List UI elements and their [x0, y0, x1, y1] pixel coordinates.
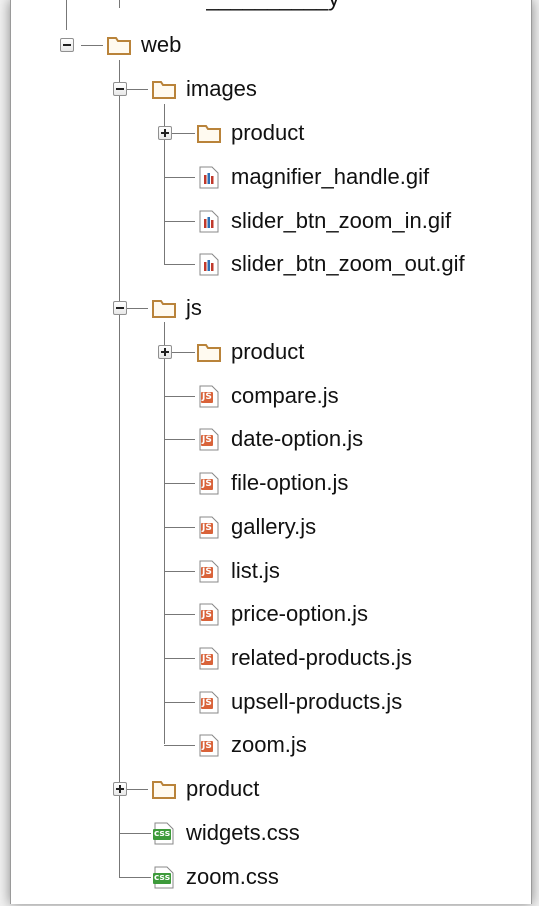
tree-item-label: compare.js	[231, 383, 339, 408]
collapse-web-toggle[interactable]	[60, 38, 74, 52]
tree-line	[164, 571, 195, 572]
tree-item-label: product	[186, 776, 260, 801]
tree-line	[119, 877, 151, 878]
tree-item-label: zoom.css	[186, 864, 279, 889]
tree-line	[164, 396, 195, 397]
js-file-icon: JS	[197, 690, 221, 714]
tree-item-label: web	[141, 32, 182, 57]
tree-line	[126, 308, 148, 309]
gif-file-icon	[197, 252, 221, 276]
js-file-icon: JS	[197, 602, 221, 626]
tree-item-slider-zoom-in[interactable]: slider_btn_zoom_in.gif	[197, 204, 451, 238]
tree-item-file-option-js[interactable]: JS file-option.js	[197, 466, 348, 500]
tree-item-zoom-css[interactable]: css zoom.css	[152, 860, 279, 894]
tree-line	[164, 702, 195, 703]
js-file-icon: JS	[197, 471, 221, 495]
tree-item-label: slider_btn_zoom_out.gif	[231, 251, 465, 276]
tree-item-label: product	[231, 339, 305, 364]
tree-item-date-option-js[interactable]: JS date-option.js	[197, 422, 363, 456]
tree-line	[126, 789, 148, 790]
tree-item-label: related-products.js	[231, 645, 412, 670]
tree-item-label: slider_btn_zoom_in.gif	[231, 208, 452, 233]
collapse-images-toggle[interactable]	[113, 82, 127, 96]
tree-line	[164, 221, 195, 222]
tree-item-label: images	[186, 76, 257, 101]
folder-icon	[107, 33, 131, 57]
tree-line	[164, 264, 195, 265]
tree-line	[119, 0, 120, 8]
folder-icon	[152, 296, 176, 320]
tree-item-magnifier-handle[interactable]: magnifier_handle.gif	[197, 160, 429, 194]
tree-item-web[interactable]: web	[107, 28, 181, 62]
tree-item-price-option-js[interactable]: JS price-option.js	[197, 597, 368, 631]
js-file-icon: JS	[197, 559, 221, 583]
folder-icon	[152, 777, 176, 801]
tree-line	[119, 60, 120, 878]
tree-item-label: upsell-products.js	[231, 689, 403, 714]
tree-item-js-product[interactable]: product	[197, 335, 304, 369]
project-tree-panel: __________y	[10, 0, 532, 904]
tree-item-slider-zoom-out[interactable]: slider_btn_zoom_out.gif	[197, 247, 465, 281]
collapse-js-toggle[interactable]	[113, 301, 127, 315]
tree-item-compare-js[interactable]: JS compare.js	[197, 379, 339, 413]
tree-item-list-js[interactable]: JS list.js	[197, 554, 280, 588]
tree-line	[66, 0, 67, 30]
tree-item-web-product[interactable]: product	[152, 772, 259, 806]
expand-web-product-toggle[interactable]	[113, 782, 127, 796]
gif-file-icon	[197, 165, 221, 189]
expand-js-product-toggle[interactable]	[158, 345, 172, 359]
tree-item-related-products-js[interactable]: JS related-products.js	[197, 641, 412, 675]
tree-item-label: file-option.js	[231, 470, 349, 495]
tree-item-label: zoom.js	[231, 732, 307, 757]
tree-line	[126, 89, 148, 90]
tree-line	[81, 45, 103, 46]
js-file-icon: JS	[197, 384, 221, 408]
tree-line	[164, 614, 195, 615]
tree-item-images-product[interactable]: product	[197, 116, 304, 150]
tree-item-widgets-css[interactable]: css widgets.css	[152, 816, 300, 850]
js-file-icon: JS	[197, 733, 221, 757]
tree-item-upsell-products-js[interactable]: JS upsell-products.js	[197, 685, 402, 719]
tree-item-label: date-option.js	[231, 426, 364, 451]
tree-line	[164, 483, 195, 484]
folder-icon	[197, 121, 221, 145]
folder-icon	[197, 340, 221, 364]
tree-line	[119, 833, 151, 834]
js-file-icon: JS	[197, 646, 221, 670]
tree-item-gallery-js[interactable]: JS gallery.js	[197, 510, 316, 544]
css-file-icon: css	[152, 821, 176, 845]
gif-file-icon	[197, 209, 221, 233]
tree-item-label: price-option.js	[231, 601, 368, 626]
tree-line	[164, 658, 195, 659]
tree-line	[171, 133, 195, 134]
tree-line	[164, 745, 195, 746]
tree-line	[164, 322, 165, 744]
tree-item-js[interactable]: js	[152, 291, 202, 325]
js-file-icon: JS	[197, 515, 221, 539]
tree-line	[171, 352, 195, 353]
tree-line	[164, 177, 195, 178]
tree-item-label: widgets.css	[186, 820, 300, 845]
partial-tree-item-label: __________y	[206, 0, 339, 12]
tree-line	[164, 439, 195, 440]
tree-item-label: product	[231, 120, 305, 145]
tree-line	[164, 527, 195, 528]
tree-item-label: magnifier_handle.gif	[231, 164, 430, 189]
window-frame: __________y	[0, 0, 539, 906]
folder-icon	[152, 77, 176, 101]
tree-item-label: js	[186, 295, 202, 320]
css-file-icon: css	[152, 865, 176, 889]
tree-item-images[interactable]: images	[152, 72, 257, 106]
tree-item-zoom-js[interactable]: JS zoom.js	[197, 728, 307, 762]
expand-images-product-toggle[interactable]	[158, 126, 172, 140]
js-file-icon: JS	[197, 427, 221, 451]
tree-item-label: gallery.js	[231, 514, 317, 539]
tree-item-label: list.js	[231, 558, 280, 583]
